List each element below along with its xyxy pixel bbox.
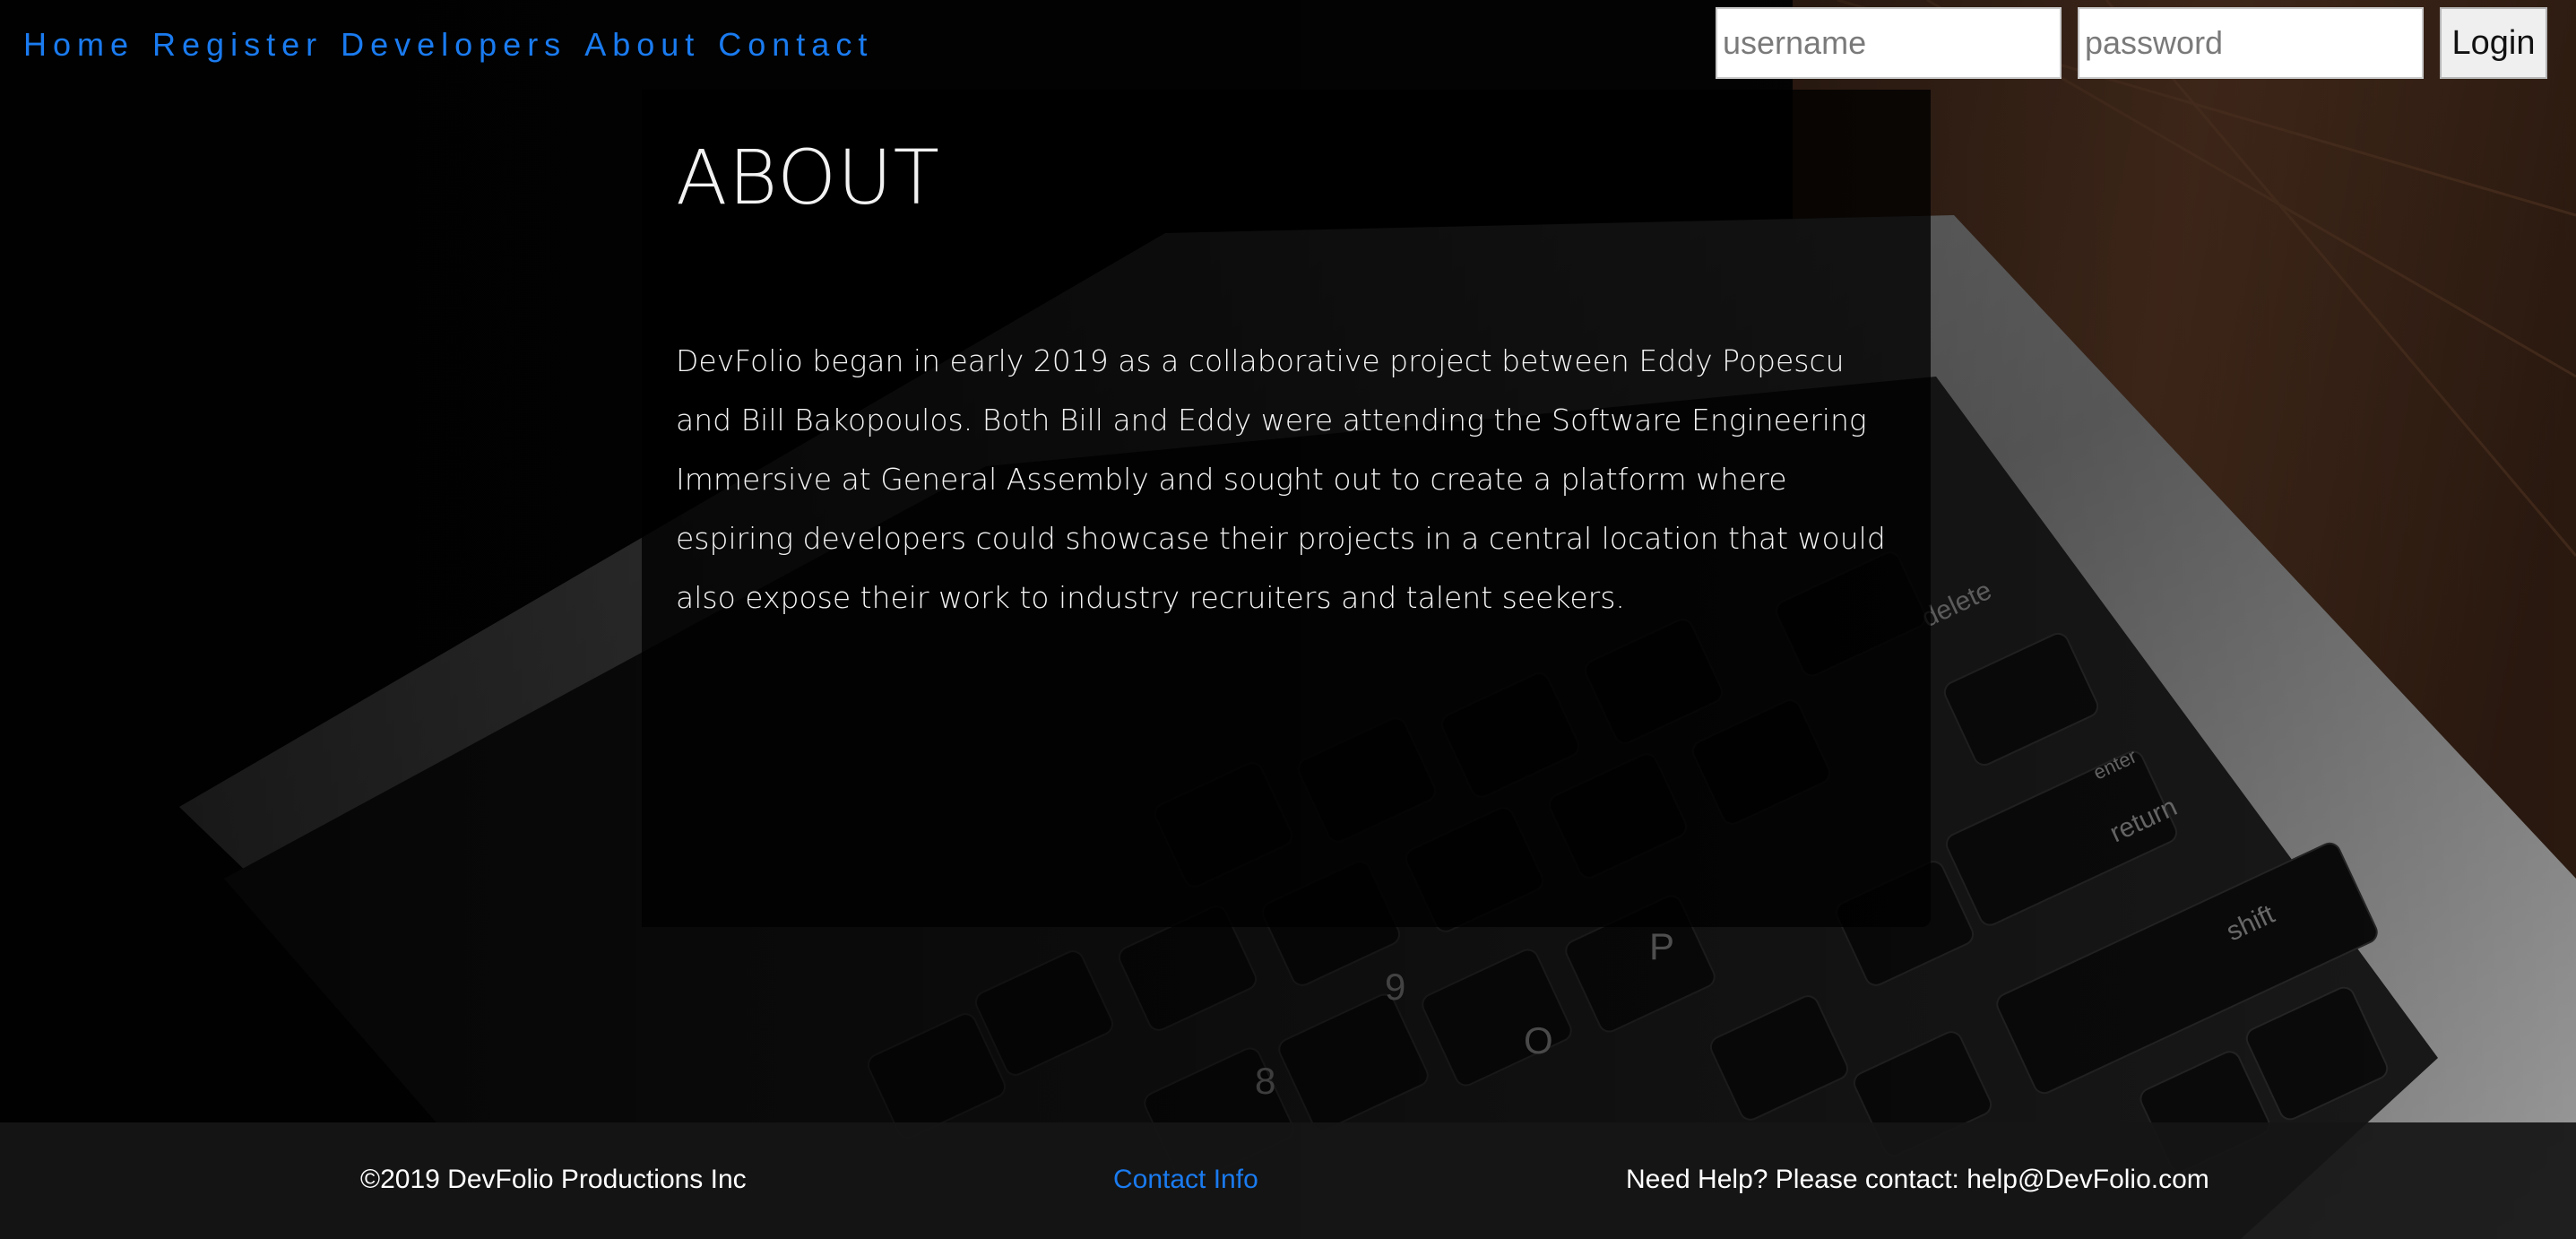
nav-link-developers[interactable]: Developers: [341, 25, 566, 65]
password-input[interactable]: [2078, 7, 2424, 79]
footer-help-contact: Need Help? Please contact: help@DevFolio…: [1626, 1165, 2209, 1194]
nav-link-about[interactable]: About: [584, 25, 700, 65]
about-title: ABOUT: [676, 134, 940, 221]
about-description: DevFolio began in early 2019 as a collab…: [676, 343, 1886, 615]
nav-link-contact[interactable]: Contact: [718, 25, 873, 65]
nav-link-register[interactable]: Register: [152, 25, 323, 65]
login-button[interactable]: Login: [2440, 7, 2547, 79]
top-nav: Home Register Developers About Contact L…: [0, 0, 2576, 90]
footer-contact-info-link[interactable]: Contact Info: [1113, 1164, 1258, 1196]
footer-copyright: ©2019 DevFolio Productions Inc: [360, 1165, 747, 1194]
nav-links: Home Register Developers About Contact: [23, 25, 873, 65]
username-input[interactable]: [1716, 7, 2062, 79]
footer: ©2019 DevFolio Productions Inc Contact I…: [0, 1122, 2576, 1239]
nav-link-home[interactable]: Home: [23, 25, 134, 65]
